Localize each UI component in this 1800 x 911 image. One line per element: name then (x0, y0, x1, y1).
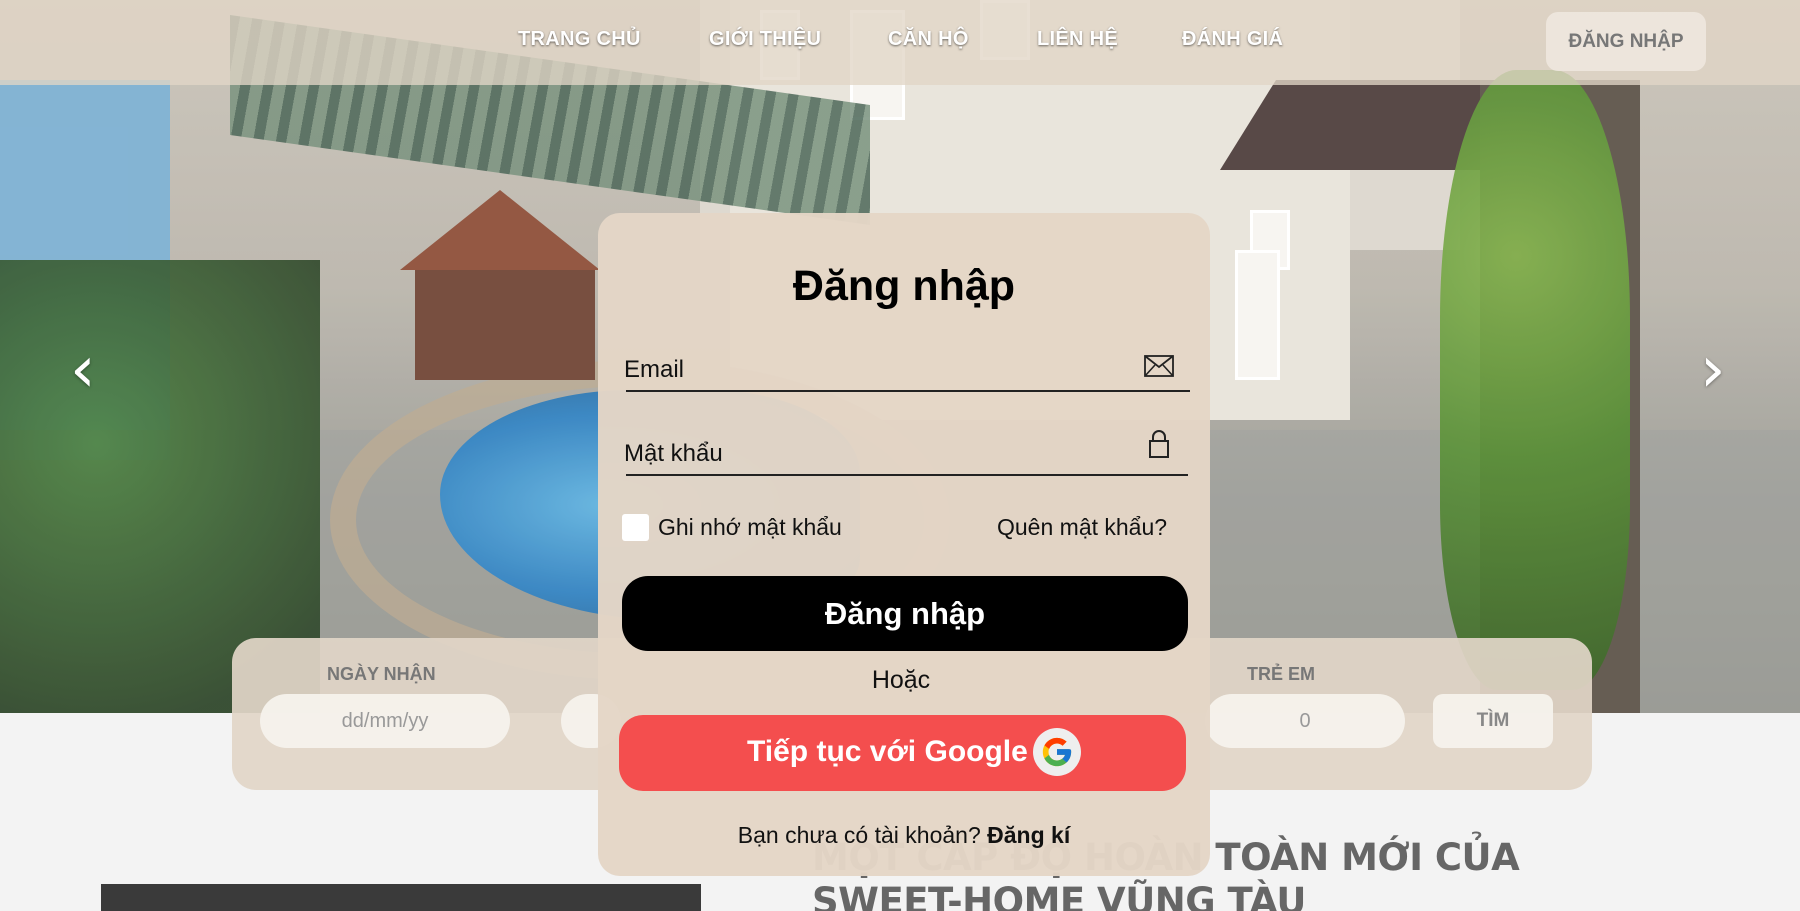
password-field-label: Mật khẩu (624, 440, 723, 467)
children-label: TRẺ EM (1247, 664, 1316, 684)
lock-icon (1148, 429, 1170, 464)
login-submit-button[interactable]: Đăng nhập (622, 576, 1188, 651)
login-title: Đăng nhập (792, 262, 1016, 310)
forgot-password-link[interactable]: Quên mật khẩu? (997, 514, 1167, 541)
no-account-text: Bạn chưa có tài khoản? (737, 822, 981, 848)
email-field-label: Email (624, 356, 685, 383)
or-divider-text: Hoặc (871, 666, 931, 694)
envelope-icon (1144, 355, 1174, 382)
nav-link-reviews[interactable]: ĐÁNH GIÁ (1182, 28, 1283, 51)
nav-link-contact[interactable]: LIÊN HỆ (1037, 28, 1118, 51)
signup-link[interactable]: Đăng kí (987, 822, 1070, 848)
remember-password-label: Ghi nhớ mật khẩu (658, 514, 842, 540)
password-field[interactable]: Mật khẩu (624, 429, 1188, 476)
nav-link-home[interactable]: TRANG CHỦ (518, 28, 641, 51)
nav-link-about[interactable]: GIỚI THIỆU (709, 28, 821, 51)
google-login-label: Tiếp tục với Google (747, 735, 1028, 768)
google-login-button[interactable]: Tiếp tục với Google (619, 715, 1186, 791)
children-count-input[interactable]: 0 (1205, 694, 1405, 748)
section-image (101, 884, 701, 911)
search-button[interactable]: TÌM (1433, 694, 1553, 748)
google-logo-icon (1033, 728, 1081, 776)
top-navbar: TRANG CHỦ GIỚI THIỆU CĂN HỘ LIÊN HỆ ĐÁNH… (0, 0, 1800, 85)
chevron-left-icon[interactable]: ‹ (70, 338, 96, 402)
checkin-label: NGÀY NHẬN (327, 664, 436, 684)
chevron-right-icon[interactable]: › (1700, 338, 1726, 402)
checkin-date-input[interactable]: dd/mm/yy (260, 694, 510, 748)
email-field[interactable]: Email (624, 348, 1190, 392)
nav-login-button[interactable]: ĐĂNG NHẬP (1546, 12, 1706, 71)
signup-prompt: Bạn chưa có tài khoản? Đăng kí (598, 822, 1210, 849)
nav-link-apartments[interactable]: CĂN HỘ (888, 28, 969, 51)
remember-password-checkbox[interactable] (622, 514, 649, 541)
